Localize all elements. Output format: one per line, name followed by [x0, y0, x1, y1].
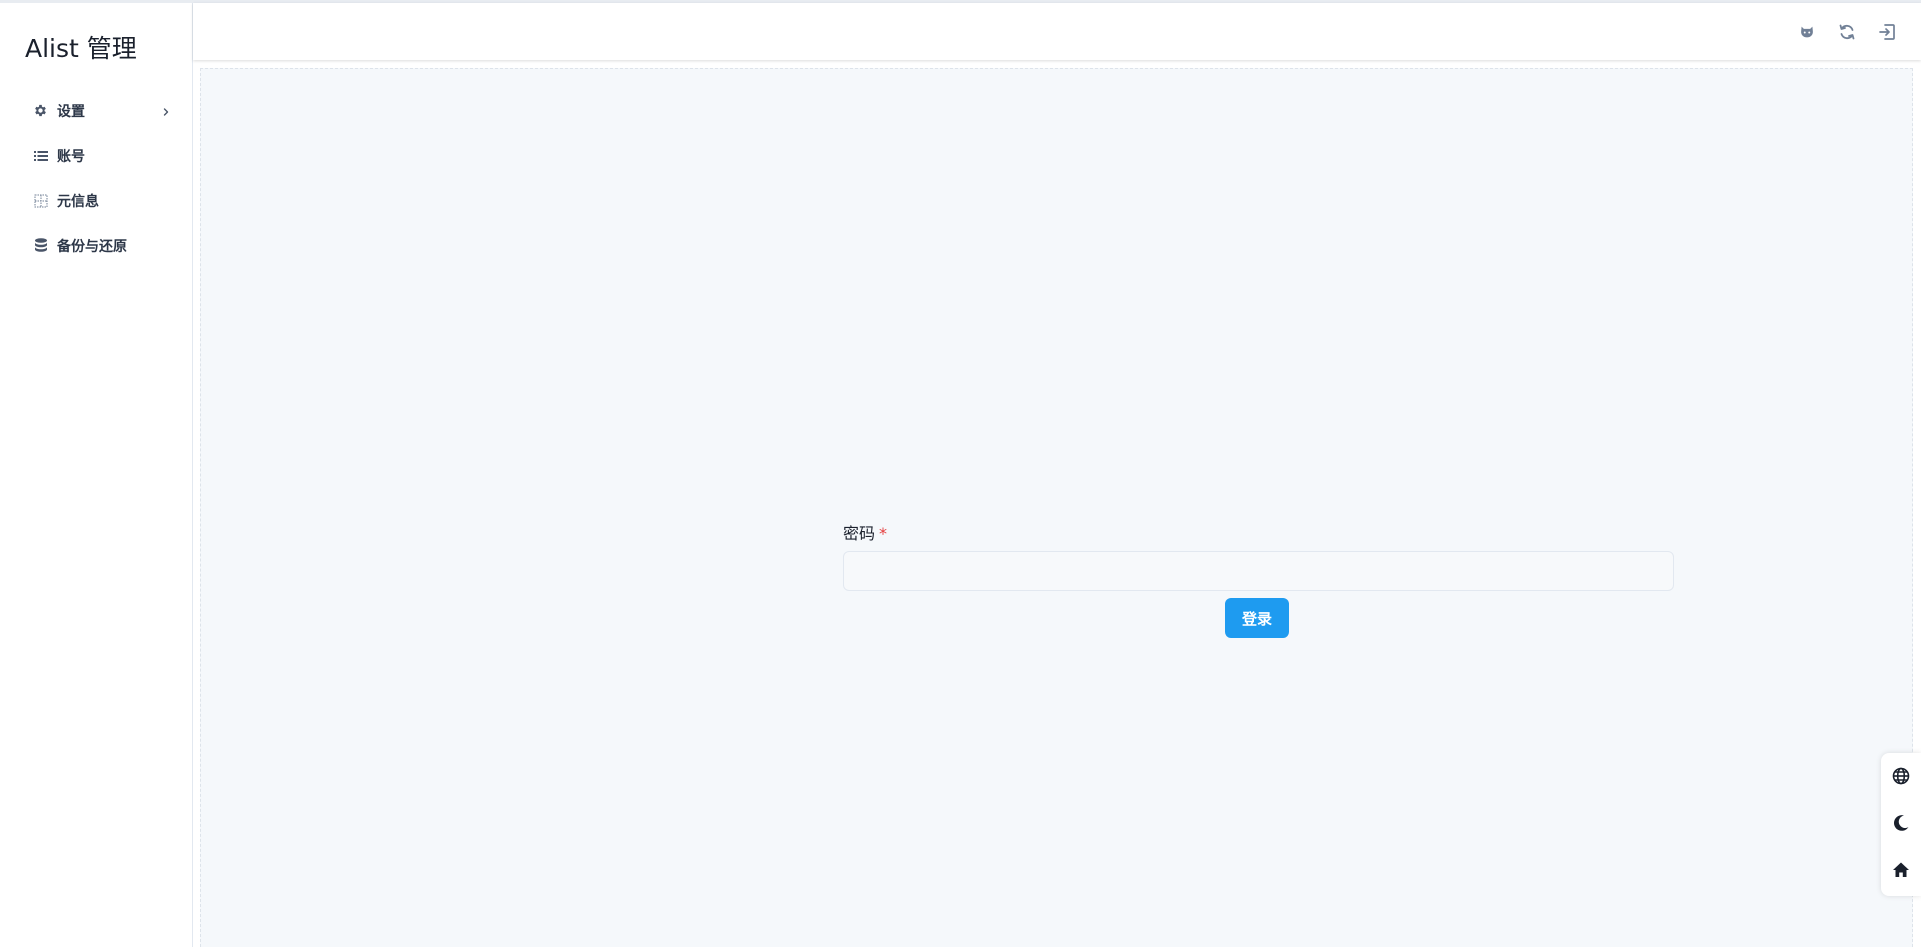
- chevron-right-icon: [160, 103, 172, 116]
- logout-button[interactable]: [1873, 20, 1901, 48]
- sidebar-item-settings[interactable]: 设置: [0, 88, 192, 133]
- password-label: 密码 *: [843, 520, 1674, 543]
- moon-icon: [1891, 813, 1911, 837]
- sidebar: Alist 管理 设置 账号 元信息 备份与还原: [0, 3, 193, 947]
- top-header: [193, 3, 1921, 60]
- refresh-icon: [1837, 22, 1857, 46]
- required-mark: *: [879, 524, 888, 543]
- sidebar-item-label: 设置: [57, 103, 85, 120]
- sidebar-item-accounts[interactable]: 账号: [0, 133, 192, 178]
- password-label-text: 密码: [843, 524, 876, 543]
- grid-icon: [33, 193, 48, 208]
- sidebar-item-label: 备份与还原: [57, 238, 127, 255]
- language-button[interactable]: [1881, 758, 1921, 798]
- dark-mode-toggle[interactable]: [1881, 805, 1921, 845]
- github-button[interactable]: [1793, 20, 1821, 48]
- home-icon: [1891, 860, 1911, 884]
- sidebar-item-label: 元信息: [57, 193, 99, 210]
- login-form: 密码 * 登录: [843, 520, 1674, 638]
- password-input[interactable]: [843, 551, 1674, 591]
- sidebar-item-label: 账号: [57, 148, 85, 165]
- logout-icon: [1877, 22, 1897, 46]
- header-actions: [1793, 20, 1901, 48]
- app-title: Alist 管理: [25, 34, 137, 63]
- list-icon: [33, 148, 48, 163]
- database-icon: [33, 238, 48, 253]
- floating-toolbar: [1881, 753, 1921, 896]
- globe-icon: [1891, 766, 1911, 790]
- github-icon: [1798, 23, 1816, 45]
- main-content: 密码 * 登录: [200, 68, 1913, 947]
- sidebar-item-meta[interactable]: 元信息: [0, 178, 192, 223]
- home-button[interactable]: [1881, 852, 1921, 892]
- gear-icon: [33, 103, 48, 118]
- refresh-button[interactable]: [1833, 20, 1861, 48]
- sidebar-item-backup[interactable]: 备份与还原: [0, 223, 192, 268]
- sidebar-nav: 设置 账号 元信息 备份与还原: [0, 88, 192, 268]
- login-button[interactable]: 登录: [1225, 598, 1289, 638]
